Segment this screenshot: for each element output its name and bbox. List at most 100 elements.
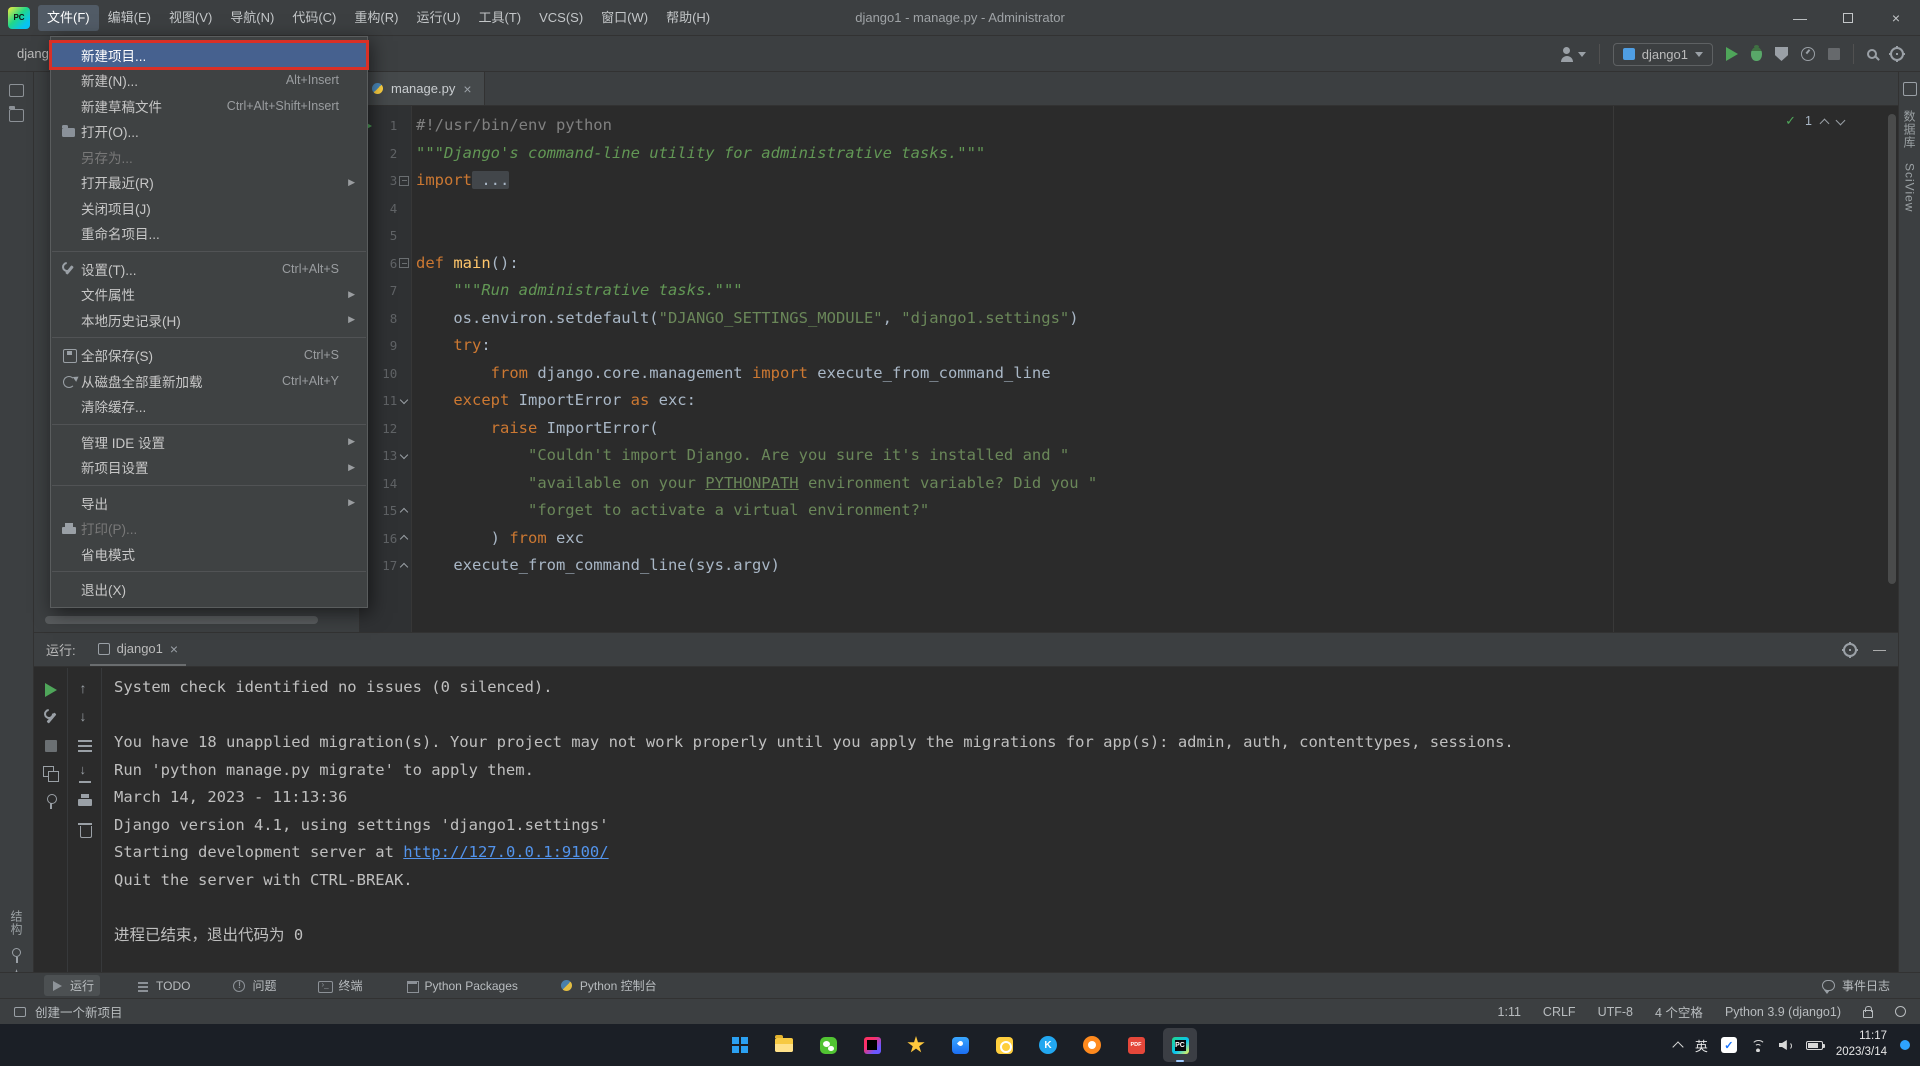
code-line[interactable]: """Django's command-line utility for adm… [416,140,1898,168]
menubar-item[interactable]: 窗口(W) [592,5,657,31]
volume-icon[interactable] [1779,1039,1793,1051]
code-editor[interactable]: 1 2 3 4 5 6 7 8 9 10 11 12 13 14 15 16 17 #!/usr/bin/env… [360,106,1898,632]
debug-button[interactable] [1751,45,1762,61]
tool-window-button[interactable]: 问题 [226,975,282,996]
menu-item[interactable]: 设置(T)... Ctrl+Alt+S [51,256,367,282]
fold-icon[interactable] [397,176,411,186]
menu-item[interactable]: 新项目设置 [51,455,367,481]
profiler-button[interactable] [1801,47,1815,61]
clock[interactable]: 11:17 2023/3/14 [1836,1029,1887,1060]
pycharm-logo-icon[interactable]: PC [8,6,30,29]
menu-item[interactable]: 管理 IDE 设置 [51,429,367,455]
notifications-tool-icon[interactable] [1902,82,1917,96]
editor-code[interactable]: #!/usr/bin/env python """Django's command… [416,106,1898,632]
hide-panel-icon[interactable]: — [1873,642,1886,657]
maps-taskbar-button[interactable] [943,1028,977,1062]
menubar-item[interactable]: 帮助(H) [657,5,719,31]
code-line[interactable]: "available on your PYTHONPATH environmen… [416,470,1898,498]
code-line[interactable]: #!/usr/bin/env python [416,112,1898,140]
layout-icon[interactable] [39,762,63,786]
prev-problem-icon[interactable] [1819,118,1830,128]
fold-icon[interactable] [397,454,411,458]
code-line[interactable]: os.environ.setdefault("DJANGO_SETTINGS_M… [416,305,1898,333]
tray-check-app-icon[interactable]: ✓ [1720,1037,1737,1053]
database-tool-button[interactable]: 数据库 [1901,110,1918,149]
python-interpreter[interactable]: Python 3.9 (django1) [1725,1005,1841,1019]
code-line[interactable] [416,195,1898,223]
menu-item[interactable]: 新建草稿文件 Ctrl+Alt+Shift+Insert [51,93,367,119]
pycharm-taskbar-button[interactable]: PC [1163,1028,1197,1062]
notifications-bell-icon[interactable] [1895,1006,1906,1017]
menubar-item[interactable]: 文件(F) [38,4,99,31]
menubar-item[interactable]: 运行(U) [407,5,469,31]
sciview-tool-button[interactable]: SciView [1903,163,1917,212]
orange-taskbar-button[interactable] [1075,1028,1109,1062]
tab-close-icon[interactable]: × [463,82,471,96]
tool-window-button[interactable]: Python 控制台 [554,975,663,996]
run-tab-close-icon[interactable]: × [170,642,178,656]
code-line[interactable]: def main(): [416,250,1898,278]
start-taskbar-button[interactable] [723,1028,757,1062]
code-line[interactable]: except ImportError as exc: [416,387,1898,415]
menu-item[interactable]: 打开最近(R) [51,170,367,196]
tool-window-button[interactable]: 运行 [44,975,101,996]
code-line[interactable]: ) from exc [416,525,1898,553]
menu-item[interactable]: 省电模式 [51,541,367,567]
caret-position[interactable]: 1:11 [1498,1005,1521,1019]
folders-tool-icon[interactable] [8,106,24,122]
code-line[interactable]: from django.core.management import execu… [416,360,1898,388]
menu-item[interactable]: 打开(O)... [51,119,367,145]
menubar-item[interactable]: 编辑(E) [99,5,160,31]
pdf-taskbar-button[interactable]: PDF [1119,1028,1153,1062]
kugou-taskbar-button[interactable]: K [1031,1028,1065,1062]
ime-indicator[interactable]: 英 [1695,1036,1708,1055]
fold-icon[interactable] [397,509,411,513]
user-menu[interactable] [1559,46,1586,62]
menubar-item[interactable]: 代码(C) [283,5,345,31]
soft-wrap-icon[interactable] [73,734,97,758]
menubar-item[interactable]: 重构(R) [345,5,407,31]
notification-center-icon[interactable] [1900,1040,1910,1050]
minimize-button[interactable]: — [1776,0,1824,36]
console-link[interactable]: http://127.0.0.1:9100/ [403,843,608,861]
line-separator[interactable]: CRLF [1543,1005,1576,1019]
maximize-button[interactable] [1824,0,1872,36]
menu-item[interactable]: 重命名项目... [51,221,367,247]
code-line[interactable]: try: [416,332,1898,360]
down-stacktrace-icon[interactable] [73,706,97,730]
up-stacktrace-icon[interactable] [73,678,97,702]
menubar-item[interactable]: 工具(T) [469,5,530,31]
pin-icon[interactable] [12,948,21,963]
tool-window-button[interactable]: TODO [130,977,196,995]
run-console[interactable]: System check identified no issues (0 sil… [102,668,1898,972]
print-icon[interactable] [73,790,97,814]
code-line[interactable]: raise ImportError( [416,415,1898,443]
wifi-icon[interactable] [1749,1038,1766,1052]
next-problem-icon[interactable] [1835,115,1846,125]
project-tool-icon[interactable] [9,84,24,97]
run-config-selector[interactable]: django1 [1612,42,1713,66]
menu-item[interactable]: 退出(X) [51,577,367,603]
indent-size[interactable]: 4 个空格 [1655,1002,1703,1021]
idea-taskbar-button[interactable] [855,1028,889,1062]
search-icon[interactable] [1867,49,1877,59]
pin-tab-icon[interactable] [39,790,63,814]
wechat-taskbar-button[interactable] [811,1028,845,1062]
menubar-item[interactable]: 视图(V) [160,5,221,31]
menu-item[interactable]: 关闭项目(J) [51,195,367,221]
fold-icon[interactable] [397,399,411,403]
fold-icon[interactable] [397,564,411,568]
close-button[interactable]: × [1872,0,1920,36]
tool-window-button[interactable]: 终端 [312,975,368,996]
menu-item[interactable]: 导出 [51,490,367,516]
media-taskbar-button[interactable] [987,1028,1021,1062]
code-line[interactable]: """Run administrative tasks.""" [416,277,1898,305]
menu-item[interactable]: 清除缓存... [51,394,367,420]
menu-item[interactable]: 新建项目... [49,40,369,70]
horizontal-scrollbar[interactable] [45,616,318,624]
code-line[interactable]: import ... [416,167,1898,195]
code-line[interactable]: execute_from_command_line(sys.argv) [416,552,1898,580]
clear-console-icon[interactable] [73,818,97,842]
menubar-item[interactable]: 导航(N) [221,5,283,31]
editor-tab-manage-py[interactable]: manage.py × [360,72,485,105]
